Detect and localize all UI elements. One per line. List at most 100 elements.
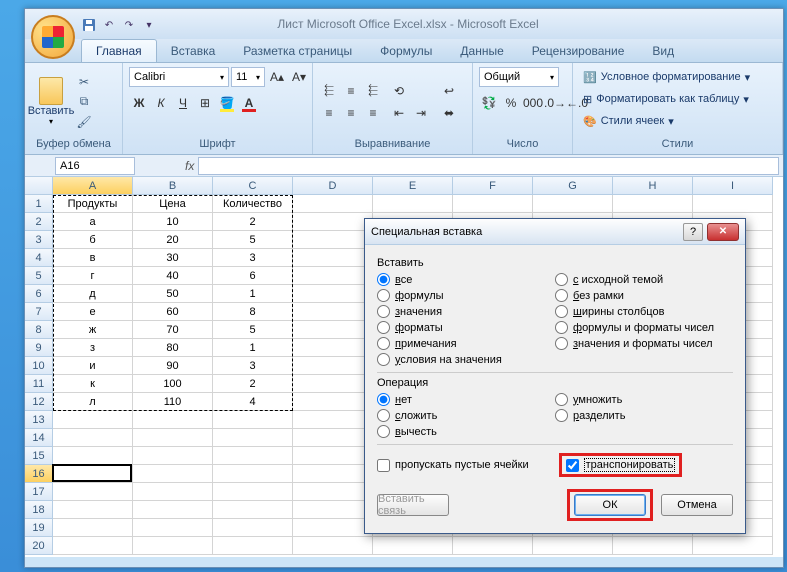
cell[interactable]: 70 [133,321,213,339]
tab-view[interactable]: Вид [638,40,688,62]
cell[interactable]: 1 [213,339,293,357]
wrap-text-icon[interactable]: ↩ [437,81,461,101]
row-header[interactable]: 13 [25,411,53,429]
cell[interactable]: б [53,231,133,249]
bold-button[interactable]: Ж [129,93,149,113]
redo-icon[interactable]: ↷ [121,17,137,33]
column-header[interactable]: H [613,177,693,195]
percent-icon[interactable]: % [501,93,521,113]
cell[interactable] [533,537,613,555]
cell[interactable]: 3 [213,357,293,375]
increase-decimal-icon[interactable]: .0→ [545,93,565,113]
copy-icon[interactable]: ⧉ [75,93,93,111]
cell[interactable] [53,483,133,501]
cell[interactable] [53,501,133,519]
row-header[interactable]: 7 [25,303,53,321]
align-middle-icon[interactable]: ≡ [341,81,361,101]
cell[interactable]: 8 [213,303,293,321]
radio-option[interactable]: сложить [377,409,555,422]
cell[interactable]: л [53,393,133,411]
radio-option[interactable]: условия на значения [377,353,555,366]
cell[interactable] [213,501,293,519]
cell[interactable] [293,447,373,465]
cell[interactable] [293,267,373,285]
cell[interactable]: 3 [213,249,293,267]
cell[interactable]: 6 [213,267,293,285]
skip-blanks-checkbox[interactable]: пропускать пустые ячейки [377,459,529,472]
row-header[interactable]: 12 [25,393,53,411]
cell[interactable]: 10 [133,213,213,231]
row-header[interactable]: 18 [25,501,53,519]
cell[interactable]: 5 [213,321,293,339]
align-left-icon[interactable]: ≡ [319,103,339,123]
border-button[interactable]: ⊞ [195,93,215,113]
cut-icon[interactable]: ✂ [75,73,93,91]
cell[interactable] [53,519,133,537]
format-painter-icon[interactable]: 🖌 [75,113,93,131]
decrease-indent-icon[interactable]: ⇤ [389,103,409,123]
transpose-checkbox[interactable]: транспонировать [566,458,676,472]
cell[interactable] [293,285,373,303]
undo-icon[interactable]: ↶ [101,17,117,33]
italic-button[interactable]: К [151,93,171,113]
underline-button[interactable]: Ч [173,93,193,113]
cell[interactable]: д [53,285,133,303]
cell[interactable] [53,429,133,447]
cell[interactable]: з [53,339,133,357]
radio-option[interactable]: все [377,273,555,286]
cell[interactable]: 30 [133,249,213,267]
cell[interactable]: 4 [213,393,293,411]
cell[interactable]: Количество [213,195,293,213]
cell[interactable] [53,465,133,483]
row-header[interactable]: 14 [25,429,53,447]
column-header[interactable]: C [213,177,293,195]
row-header[interactable]: 5 [25,267,53,285]
number-format-combo[interactable]: Общий▾ [479,67,559,87]
cell[interactable] [133,465,213,483]
cell[interactable]: в [53,249,133,267]
formula-bar[interactable] [198,157,779,175]
conditional-format-button[interactable]: 🔢Условное форматирование ▾ [579,67,754,87]
cell[interactable] [293,195,373,213]
cell[interactable] [373,195,453,213]
radio-option[interactable]: примечания [377,337,555,350]
cell[interactable] [133,501,213,519]
row-header[interactable]: 3 [25,231,53,249]
font-size-combo[interactable]: 11▾ [231,67,265,87]
radio-option[interactable]: значения и форматы чисел [555,337,733,350]
cell[interactable] [293,501,373,519]
cell[interactable]: Цена [133,195,213,213]
font-name-combo[interactable]: Calibri▾ [129,67,229,87]
align-top-icon[interactable]: ⬱ [319,81,339,101]
row-header[interactable]: 6 [25,285,53,303]
cell[interactable] [693,537,773,555]
cell[interactable]: 5 [213,231,293,249]
cell[interactable] [693,195,773,213]
cell[interactable]: Продукты [53,195,133,213]
cell[interactable] [613,195,693,213]
radio-option[interactable]: формулы и форматы чисел [555,321,733,334]
tab-insert[interactable]: Вставка [157,40,230,62]
cell[interactable]: г [53,267,133,285]
radio-option[interactable]: с исходной темой [555,273,733,286]
cell[interactable] [453,537,533,555]
ok-button[interactable]: ОК [574,494,646,516]
cell[interactable]: 1 [213,285,293,303]
cell[interactable] [213,411,293,429]
cell[interactable] [213,537,293,555]
cell[interactable] [453,195,533,213]
column-header[interactable]: D [293,177,373,195]
cell[interactable]: 100 [133,375,213,393]
cell[interactable] [213,519,293,537]
cell[interactable] [213,447,293,465]
grow-font-icon[interactable]: A▴ [267,67,287,87]
fill-color-button[interactable]: 🪣 [217,93,237,113]
cell[interactable] [293,429,373,447]
cell[interactable] [293,375,373,393]
row-header[interactable]: 8 [25,321,53,339]
cell[interactable] [133,411,213,429]
cell[interactable]: 40 [133,267,213,285]
cell[interactable] [293,339,373,357]
cell[interactable] [213,483,293,501]
cell[interactable] [293,411,373,429]
